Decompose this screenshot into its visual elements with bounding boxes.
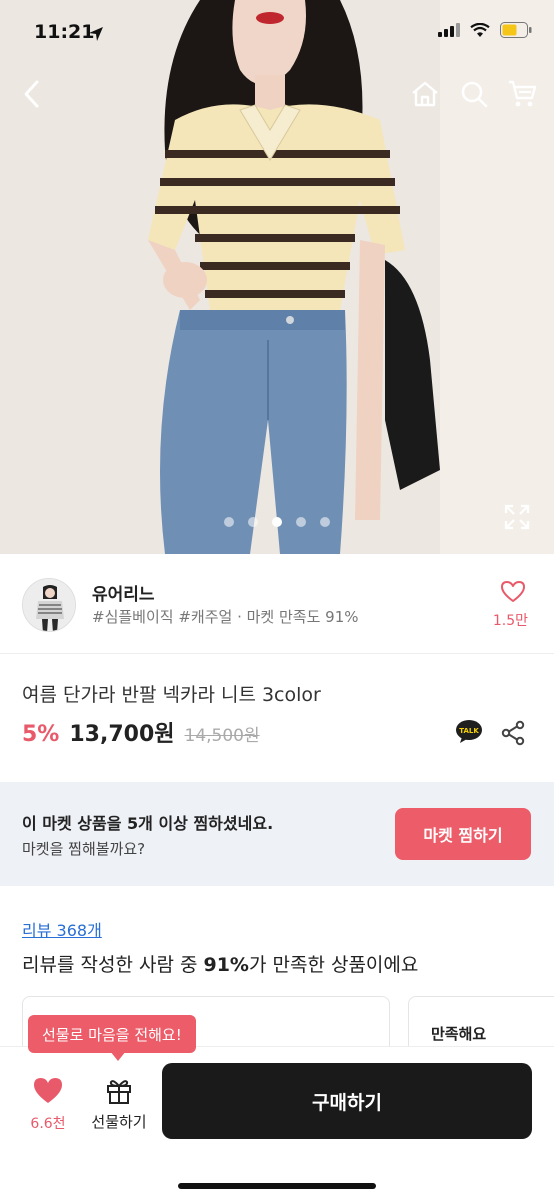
gift-tooltip: 선물로 마음을 전해요!	[28, 1015, 196, 1053]
review-card-title: 만족해요	[431, 1025, 487, 1043]
carousel-dot[interactable]	[320, 517, 330, 527]
buy-button[interactable]: 구매하기	[162, 1063, 532, 1139]
seller-avatar[interactable]	[22, 578, 76, 632]
carousel-dot[interactable]	[272, 517, 282, 527]
banner-headline: 이 마켓 상품을 5개 이상 찜하셨네요.	[22, 814, 274, 833]
talk-icon: TALK	[456, 720, 482, 743]
share-button[interactable]	[500, 720, 526, 746]
home-button[interactable]	[407, 76, 443, 112]
expand-icon	[504, 504, 530, 530]
heart-outline-icon	[501, 581, 525, 602]
carousel-dot[interactable]	[248, 517, 258, 527]
cellular-signal-icon	[438, 23, 460, 37]
avatar-image	[23, 579, 75, 631]
carousel-dot[interactable]	[224, 517, 234, 527]
like-count: 6.6천	[30, 1116, 66, 1132]
back-button[interactable]	[14, 76, 50, 112]
carousel-indicator	[0, 517, 554, 531]
bottom-action-bar: 6.6천 선물하기 구매하기	[0, 1046, 554, 1200]
product-title: 여름 단가라 반팔 넥카라 니트 3color	[22, 684, 321, 706]
home-indicator	[178, 1183, 376, 1189]
market-favorite-banner: 이 마켓 상품을 5개 이상 찜하셨네요. 마켓을 찜해볼까요? 마켓 찜하기	[0, 782, 554, 886]
battery-icon	[500, 22, 532, 38]
home-icon	[412, 81, 438, 107]
gift-button[interactable]: 선물하기	[86, 1077, 152, 1132]
discount-rate: 5%	[22, 722, 60, 747]
seller-name[interactable]: 유어리느	[92, 580, 155, 605]
market-favorite-button[interactable]: 마켓 찜하기	[395, 808, 531, 860]
search-button[interactable]	[456, 76, 492, 112]
original-price: 14,500원	[184, 726, 260, 746]
wifi-icon	[470, 22, 490, 37]
banner-subtext: 마켓을 찜해볼까요?	[22, 840, 146, 858]
seller-favorite-count: 1.5만	[492, 613, 528, 629]
fullscreen-button[interactable]	[502, 502, 532, 532]
product-info: 여름 단가라 반팔 넥카라 니트 3color 5% 13,700원 14,50…	[0, 654, 554, 782]
top-navigation	[0, 70, 554, 120]
review-count-link[interactable]: 리뷰 368개	[22, 917, 102, 941]
status-time: 11:21	[34, 21, 95, 43]
like-button[interactable]: 6.6천	[22, 1077, 74, 1133]
price-row: 5% 13,700원 14,500원	[22, 716, 260, 748]
cart-button[interactable]	[504, 76, 540, 112]
svg-text:TALK: TALK	[459, 727, 479, 735]
cart-icon	[509, 80, 537, 107]
seller-favorite-button[interactable]	[498, 580, 528, 608]
review-summary-prefix: 리뷰를 작성한 사람 중	[22, 954, 204, 976]
share-icon	[501, 720, 525, 746]
sale-price: 13,700원	[69, 722, 175, 747]
status-bar: 11:21	[0, 0, 554, 64]
gift-tooltip-tail	[110, 1051, 126, 1061]
back-icon	[24, 80, 39, 108]
search-icon	[461, 81, 488, 108]
review-satisfaction-rate: 91%	[203, 954, 249, 976]
review-summary: 리뷰를 작성한 사람 중 91%가 만족한 상품이에요	[22, 950, 418, 977]
carousel-dot[interactable]	[296, 517, 306, 527]
heart-filled-icon	[34, 1078, 62, 1103]
gift-icon	[107, 1080, 131, 1104]
kakao-talk-share-button[interactable]: TALK	[455, 720, 483, 744]
review-summary-suffix: 가 만족한 상품이에요	[248, 954, 419, 976]
location-arrow-icon	[89, 27, 103, 41]
product-image-carousel[interactable]: 11:21	[0, 0, 554, 554]
gift-label: 선물하기	[91, 1113, 147, 1131]
status-icons	[438, 22, 532, 38]
seller-info[interactable]: 유어리느 #심플베이직 #캐주얼 · 마켓 만족도 91% 1.5만	[0, 554, 554, 654]
seller-tags: #심플베이직 #캐주얼 · 마켓 만족도 91%	[92, 608, 359, 626]
